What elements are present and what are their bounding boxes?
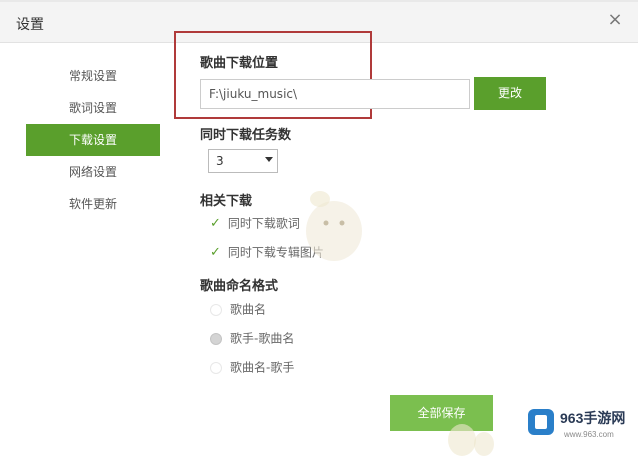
change-path-button[interactable]: 更改 — [474, 77, 546, 110]
checkmark-icon: ✓ — [210, 216, 221, 231]
radio-icon — [210, 303, 222, 316]
brand-logo-icon — [528, 409, 554, 435]
naming-radio-song-artist[interactable]: 歌曲名-歌手 — [210, 357, 294, 377]
naming-radio-song[interactable]: 歌曲名 — [210, 299, 266, 319]
settings-sidebar: 常规设置 歌词设置 下载设置 网络设置 软件更新 — [26, 60, 160, 220]
radio-label: 歌曲名 — [230, 302, 267, 317]
site-watermark: 963手游网 www.963.com — [522, 405, 632, 447]
concurrent-tasks-heading: 同时下载任务数 — [200, 128, 292, 143]
sidebar-item-general[interactable]: 常规设置 — [26, 60, 160, 92]
radio-label: 歌曲名-歌手 — [230, 360, 295, 375]
watermark-url: www.963.com — [564, 430, 614, 439]
sidebar-item-network[interactable]: 网络设置 — [26, 156, 160, 188]
radio-icon — [210, 361, 222, 374]
download-lyrics-checkbox[interactable]: ✓ 同时下载歌词 — [210, 213, 300, 233]
sidebar-item-download[interactable]: 下载设置 — [26, 124, 160, 156]
radio-selected-icon — [210, 332, 222, 345]
naming-format-heading: 歌曲命名格式 — [200, 279, 279, 294]
window-title: 设置 — [16, 17, 44, 33]
sidebar-item-lyrics[interactable]: 歌词设置 — [26, 92, 160, 124]
close-icon[interactable]: × — [604, 9, 626, 31]
mascot-watermark-icon — [306, 191, 362, 261]
sidebar-item-update[interactable]: 软件更新 — [26, 188, 160, 220]
download-location-heading: 歌曲下载位置 — [200, 56, 279, 71]
checkmark-icon: ✓ — [210, 245, 221, 260]
chevron-down-icon — [265, 157, 273, 162]
download-path-field[interactable]: F:\jiuku_music\ — [200, 79, 470, 109]
naming-radio-artist-song[interactable]: 歌手-歌曲名 — [210, 328, 294, 348]
select-value: 3 — [216, 154, 224, 168]
radio-label: 歌手-歌曲名 — [230, 331, 295, 346]
watermark-brand: 963手游网 — [560, 410, 626, 426]
concurrent-tasks-select[interactable]: 3 — [208, 149, 278, 173]
checkbox-label: 同时下载歌词 — [227, 216, 300, 231]
mascot-watermark-icon — [448, 424, 494, 456]
related-downloads-heading: 相关下载 — [200, 194, 253, 209]
